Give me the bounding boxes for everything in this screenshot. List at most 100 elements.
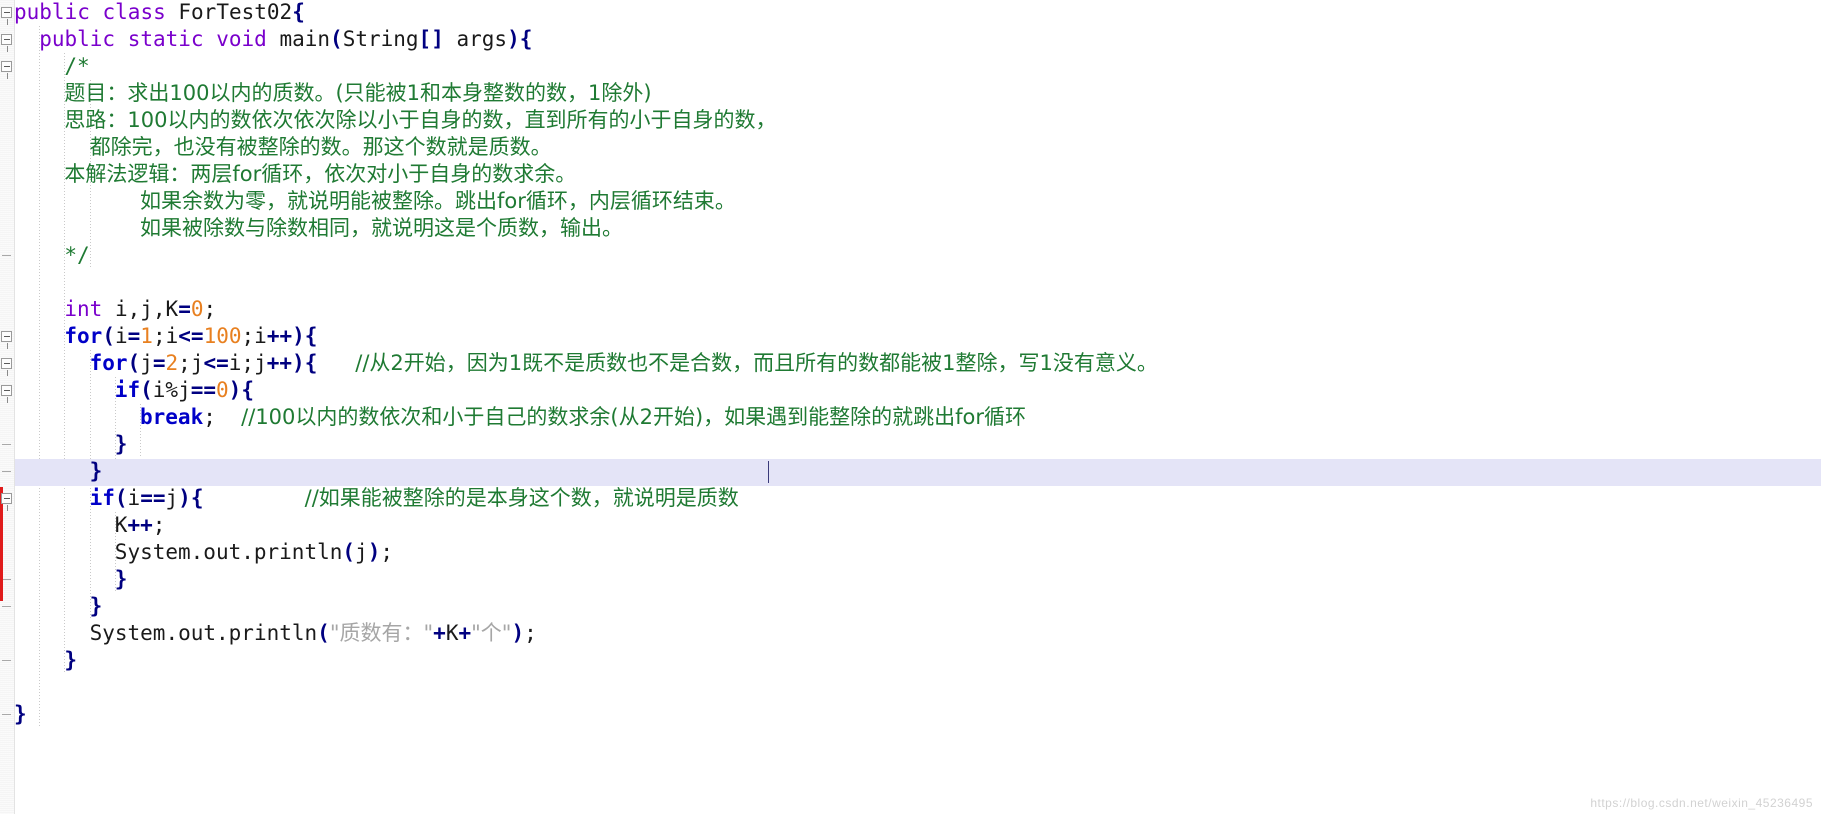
code-token: ) [228, 378, 242, 402]
code-token: i [228, 351, 242, 375]
code-token: */ [64, 243, 90, 267]
code-token: ( [140, 378, 153, 402]
code-line[interactable]: 思路：100以内的数依次依次除以小于自身的数，直到所有的小于自身的数， [0, 107, 1821, 134]
fold-end-marker [2, 444, 11, 445]
code-token: ) [292, 351, 305, 375]
code-line[interactable]: break; //100以内的数依次和小于自己的数求余(从2开始)，如果遇到能整… [0, 404, 1821, 431]
code-token: break [140, 405, 204, 429]
code-token: ) [292, 324, 305, 348]
fold-end-marker [2, 714, 11, 715]
code-line[interactable]: System.out.println("质数有："+K+"个"); [0, 620, 1821, 647]
code-token: + [433, 621, 446, 645]
code-token: 思路：100以内的数依次依次除以小于自身的数，直到所有的小于自身的数， [64, 108, 777, 132]
code-line[interactable]: for(j=2;j<=i;j++){ //从2开始，因为1既不是质数也不是合数，… [0, 350, 1821, 377]
code-token: "质数有：" [329, 621, 434, 645]
fold-toggle-icon[interactable] [1, 331, 12, 349]
code-line[interactable]: if(i%j==0){ [0, 377, 1821, 404]
code-token: i [152, 378, 166, 402]
code-token: ; [203, 405, 216, 429]
code-line[interactable]: } [0, 431, 1821, 458]
code-token: 都除完，也没有被整除的数。那这个数就是质数。 [89, 135, 552, 159]
code-token: ; [241, 324, 255, 348]
code-token: } [89, 594, 103, 618]
code-line[interactable]: /* [0, 53, 1821, 80]
code-token: j [254, 351, 267, 375]
code-line[interactable]: */ [0, 242, 1821, 269]
code-token: if [114, 378, 141, 402]
code-token: = [152, 351, 166, 375]
code-line[interactable]: } [0, 647, 1821, 674]
fold-toggle-icon[interactable] [1, 61, 12, 79]
fold-toggle-icon[interactable] [1, 34, 12, 52]
code-token: for [89, 351, 128, 375]
code-line[interactable] [0, 269, 1821, 296]
code-token: ; [524, 621, 537, 645]
code-token: ( [342, 540, 356, 564]
code-token: } [14, 702, 27, 726]
code-token: 本解法逻辑：两层for循环，依次对小于自身的数求余。 [64, 162, 577, 186]
code-line[interactable]: int i,j,K=0; [0, 296, 1821, 323]
code-token: ( [330, 27, 343, 51]
code-token: == [140, 486, 166, 510]
code-token: <= [203, 351, 229, 375]
fold-toggle-icon[interactable] [1, 358, 12, 376]
code-token: [] [418, 27, 444, 51]
code-token: { [304, 324, 318, 348]
code-line[interactable]: } [0, 593, 1821, 620]
code-token: j [355, 540, 368, 564]
code-token: ++ [127, 513, 153, 537]
code-token: //100以内的数依次和小于自己的数求余(从2开始)，如果遇到能整除的就跳出fo… [241, 405, 1027, 429]
fold-toggle-icon[interactable] [1, 385, 12, 403]
code-line[interactable]: K++; [0, 512, 1821, 539]
change-indicator-bar[interactable] [0, 487, 3, 601]
code-token: { [190, 486, 204, 510]
code-token: /* [64, 54, 90, 78]
code-token: = [127, 324, 141, 348]
code-token: 1 [140, 324, 153, 348]
code-token: 100 [203, 324, 242, 348]
code-line[interactable]: 题目：求出100以内的质数。(只能被1和本身整数的数，1除外) [0, 80, 1821, 107]
code-line[interactable]: } [0, 566, 1821, 593]
code-line[interactable]: for(i=1;i<=100;i++){ [0, 323, 1821, 350]
code-token: j [165, 486, 179, 510]
code-token: } [114, 432, 128, 456]
code-line[interactable]: 本解法逻辑：两层for循环，依次对小于自身的数求余。 [0, 161, 1821, 188]
code-token: ) [178, 486, 191, 510]
fold-toggle-icon[interactable] [1, 7, 12, 25]
fold-end-marker [2, 579, 11, 580]
code-token: 题目：求出100以内的质数。(只能被1和本身整数的数，1除外) [64, 81, 652, 105]
code-line[interactable]: if(i==j){ //如果能被整除的是本身这个数，就说明是质数 [0, 485, 1821, 512]
editor-gutter[interactable] [0, 0, 15, 814]
code-line[interactable]: 如果被除数与除数相同，就说明这是个质数，输出。 [0, 215, 1821, 242]
code-editor[interactable]: public class ForTest02{public static voi… [0, 0, 1821, 814]
code-token: //如果能被整除的是本身这个数，就说明是质数 [304, 486, 739, 510]
code-line[interactable]: public static void main(String[] args){ [0, 26, 1821, 53]
code-token: == [190, 378, 217, 402]
code-content[interactable]: public class ForTest02{public static voi… [0, 0, 1821, 814]
fold-end-marker [2, 471, 11, 472]
code-token: = [178, 297, 191, 321]
code-token: class [102, 0, 166, 24]
gutter-texture [0, 0, 14, 814]
fold-end-marker [2, 255, 11, 256]
fold-end-marker [2, 660, 11, 661]
code-token: ; [241, 351, 255, 375]
watermark-text: https://blog.csdn.net/weixin_45236495 [1590, 796, 1813, 810]
code-token: if [89, 486, 115, 510]
code-line[interactable]: 都除完，也没有被整除的数。那这个数就是质数。 [0, 134, 1821, 161]
code-token: ( [127, 351, 141, 375]
code-token: for [64, 324, 103, 348]
code-line[interactable]: public class ForTest02{ [0, 0, 1821, 26]
code-line[interactable]: 如果余数为零，就说明能被整除。跳出for循环，内层循环结束。 [0, 188, 1821, 215]
code-token: public [39, 27, 116, 51]
code-token: public [14, 0, 90, 24]
code-token: 如果余数为零，就说明能被整除。跳出for循环，内层循环结束。 [140, 189, 736, 213]
code-line[interactable] [0, 674, 1821, 701]
fold-end-marker [2, 606, 11, 607]
code-line[interactable]: System.out.println(j); [0, 539, 1821, 566]
code-line[interactable]: } [0, 458, 1821, 485]
code-line[interactable]: } [0, 701, 1821, 728]
fold-toggle-icon[interactable] [1, 493, 12, 511]
